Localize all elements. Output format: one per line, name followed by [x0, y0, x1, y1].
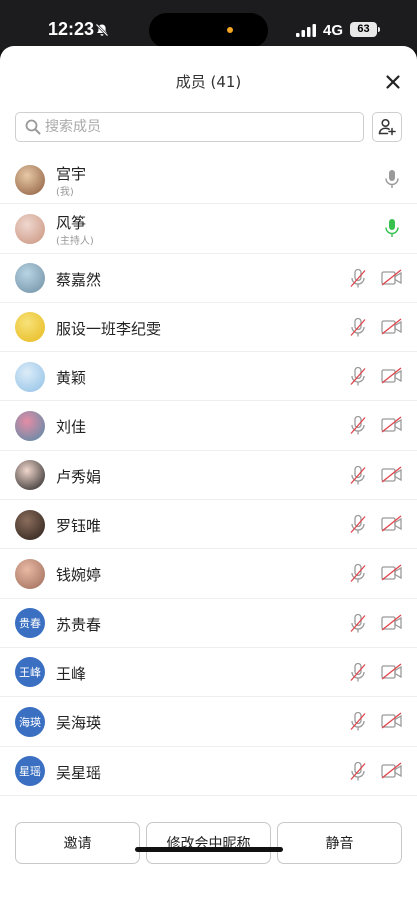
camera-off-icon[interactable] — [381, 318, 403, 336]
camera-off-icon[interactable] — [381, 564, 403, 582]
mute-all-button[interactable]: 静音 — [277, 822, 402, 864]
microphone-muted-icon[interactable] — [349, 563, 367, 584]
member-row[interactable]: 星瑶 吴星瑶 — [0, 747, 417, 796]
member-name: 吴星瑶 — [56, 763, 102, 782]
microphone-icon[interactable] — [383, 168, 401, 190]
member-row[interactable]: 钱婉婷 — [0, 549, 417, 599]
avatar — [15, 263, 45, 294]
avatar: 星瑶 — [15, 756, 45, 787]
member-name: 风筝 — [56, 214, 87, 233]
footer-actions: 邀请 修改会中昵称 静音 — [0, 808, 417, 906]
member-row[interactable]: 贵春 苏贵春 — [0, 599, 417, 648]
member-role: (我) — [56, 187, 74, 198]
member-row[interactable]: 王峰 王峰 — [0, 648, 417, 698]
avatar-initials: 贵春 — [19, 617, 41, 631]
member-list[interactable]: 宫宇 (我) 风筝 (主持人) 蔡嘉然服设一班李纪雯 黄颖刘佳卢秀娟罗钰唯钱婉婷贵春 苏贵春… — [0, 155, 417, 805]
home-indicator — [135, 847, 283, 852]
add-member-button[interactable] — [372, 112, 402, 142]
dynamic-island — [149, 13, 268, 48]
privacy-indicator-dot — [227, 27, 233, 33]
member-name: 蔡嘉然 — [56, 270, 102, 289]
rename-button[interactable]: 修改会中昵称 — [146, 822, 271, 864]
member-name: 吴海瑛 — [56, 714, 102, 733]
microphone-muted-icon[interactable] — [349, 662, 367, 683]
member-row[interactable]: 蔡嘉然 — [0, 254, 417, 303]
member-name: 刘佳 — [56, 418, 87, 437]
avatar — [15, 410, 45, 441]
members-sheet: 成员 (41) 宫宇 (我) 风筝 (主持人) 蔡嘉然服设一班李纪雯黄颖刘佳卢秀娟罗钰唯… — [0, 46, 417, 906]
avatar — [15, 312, 45, 343]
member-row[interactable]: 服设一班李纪雯 — [0, 303, 417, 353]
member-name: 罗钰唯 — [56, 517, 102, 536]
avatar-initials: 王峰 — [19, 666, 41, 680]
member-row[interactable]: 海瑛 吴海瑛 — [0, 697, 417, 747]
avatar — [15, 558, 45, 589]
avatar: 海瑛 — [15, 706, 45, 737]
camera-off-icon[interactable] — [381, 269, 403, 287]
member-row[interactable]: 罗钰唯 — [0, 500, 417, 550]
search-box — [15, 112, 364, 142]
microphone-muted-icon[interactable] — [349, 711, 367, 732]
avatar-initials: 海瑛 — [19, 715, 41, 729]
add-person-icon — [378, 118, 396, 136]
member-row[interactable]: 宫宇 (我) — [0, 155, 417, 205]
camera-off-icon[interactable] — [381, 762, 403, 780]
avatar — [15, 213, 45, 244]
microphone-muted-icon[interactable] — [349, 415, 367, 436]
microphone-icon[interactable] — [383, 217, 401, 239]
camera-off-icon[interactable] — [381, 367, 403, 385]
microphone-muted-icon[interactable] — [349, 613, 367, 634]
avatar — [15, 460, 45, 491]
member-name: 宫宇 — [56, 165, 87, 183]
status-time: 12:23 — [48, 19, 95, 39]
status-bar: 12:23 4G 63 — [0, 0, 417, 50]
avatar: 贵春 — [15, 608, 45, 639]
microphone-muted-icon[interactable] — [349, 761, 367, 782]
member-row[interactable] — [0, 796, 417, 805]
page-title: 成员 (41) — [175, 73, 242, 91]
camera-off-icon[interactable] — [381, 614, 403, 632]
avatar — [15, 361, 45, 392]
member-row[interactable]: 风筝 (主持人) — [0, 204, 417, 254]
avatar — [15, 509, 45, 540]
avatar: 王峰 — [15, 657, 45, 688]
member-row[interactable]: 黄颖 — [0, 352, 417, 402]
battery-level: 63 — [350, 22, 377, 37]
close-icon[interactable] — [384, 73, 402, 91]
microphone-muted-icon[interactable] — [349, 465, 367, 486]
microphone-muted-icon[interactable] — [349, 514, 367, 535]
avatar-initials: 星瑶 — [19, 765, 41, 779]
battery-tip — [378, 27, 380, 32]
cellular-signal-icon — [296, 24, 316, 37]
camera-off-icon[interactable] — [381, 712, 403, 730]
camera-off-icon[interactable] — [381, 466, 403, 484]
member-name: 苏贵春 — [56, 615, 102, 634]
member-row[interactable]: 卢秀娟 — [0, 451, 417, 501]
microphone-muted-icon[interactable] — [349, 268, 367, 289]
member-row[interactable]: 刘佳 — [0, 401, 417, 451]
camera-off-icon[interactable] — [381, 416, 403, 434]
member-name: 王峰 — [56, 664, 87, 683]
member-name: 黄颖 — [56, 369, 87, 388]
search-input[interactable] — [45, 113, 355, 141]
avatar — [15, 164, 45, 195]
microphone-muted-icon[interactable] — [349, 317, 367, 338]
camera-off-icon[interactable] — [381, 663, 403, 681]
search-icon — [25, 119, 41, 135]
microphone-muted-icon[interactable] — [349, 366, 367, 387]
network-type: 4G — [323, 22, 344, 39]
member-name: 钱婉婷 — [56, 566, 102, 585]
member-name: 服设一班李纪雯 — [56, 319, 162, 338]
bell-slash-icon — [95, 23, 109, 37]
camera-off-icon[interactable] — [381, 515, 403, 533]
member-name: 卢秀娟 — [56, 467, 102, 486]
member-role: (主持人) — [56, 236, 94, 248]
invite-button[interactable]: 邀请 — [15, 822, 140, 864]
